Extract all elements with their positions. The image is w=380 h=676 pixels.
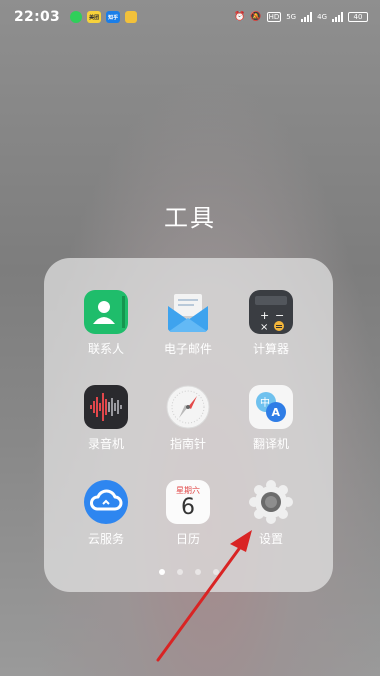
annotation-arrow xyxy=(156,530,252,662)
